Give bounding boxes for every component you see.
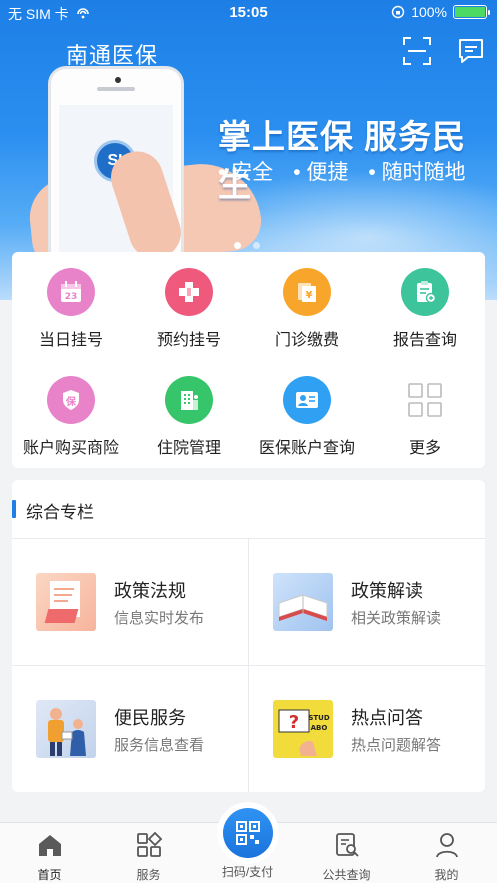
battery-icon [453,5,490,19]
service-appointment-registration[interactable]: 预约挂号 [130,268,248,350]
status-right: 100% [391,4,490,20]
battery-percent: 100% [411,4,447,20]
tile-policy-interpretation[interactable]: 政策解读 相关政策解读 [249,539,485,665]
service-label: 住院管理 [156,440,221,457]
status-bar: 无 SIM 卡 15:05 100% [0,0,497,26]
banner-tags: 安全 便捷 随时随地 [218,156,466,186]
tile-title: 便民服务 [114,708,186,728]
account-card-icon [283,376,331,424]
svg-text:23: 23 [65,292,78,302]
tab-mine[interactable]: 我的 [397,823,496,883]
section-header: 综合专栏 [12,480,485,538]
svg-text:?: ? [289,712,299,733]
home-icon [38,835,61,856]
tab-services[interactable]: 服务 [99,823,198,883]
scan-frame-icon[interactable] [402,36,432,66]
service-account-buy-insurance[interactable]: 保 账户购买商险 [12,376,130,458]
service-outpatient-payment[interactable]: ¥ 门诊缴费 [248,268,366,350]
service-people-icon [36,700,96,758]
tab-public-query[interactable]: 公共查询 [297,823,396,883]
insurance-shield-icon: 保 [47,376,95,424]
hospital-icon [165,376,213,424]
service-label: 当日挂号 [38,332,103,349]
payment-icon: ¥ [283,268,331,316]
service-label: 账户购买商险 [22,440,119,457]
banner-tag: 安全 [218,156,273,186]
tab-label: 公共查询 [322,868,371,882]
service-label: 报告查询 [392,332,457,349]
feature-section: 综合专栏 政策法规 信息实时发布 政策解读 相关政策解读 便民服务 服务信息查看… [12,480,485,792]
tile-subtitle: 热点问题解答 [351,737,442,754]
service-more[interactable]: 更多 [366,376,484,458]
carousel-dots [234,242,260,249]
carousel-dot[interactable] [253,242,260,249]
tab-home[interactable]: 首页 [0,823,99,883]
medical-cross-icon [165,268,213,316]
search-document-icon [335,833,359,857]
service-account-query[interactable]: 医保账户查询 [248,376,366,458]
tile-convenience-service[interactable]: 便民服务 服务信息查看 [12,666,248,792]
tile-subtitle: 相关政策解读 [351,610,442,627]
qr-code-icon [223,808,273,858]
report-icon [401,268,449,316]
more-grid-icon [401,376,449,424]
calendar-icon: 23 [47,268,95,316]
policy-document-icon [36,573,96,631]
carousel-dot-active[interactable] [234,242,241,249]
service-label: 门诊缴费 [274,332,339,349]
service-label: 医保账户查询 [258,440,355,457]
tile-subtitle: 服务信息查看 [114,737,205,754]
tab-label: 首页 [37,868,62,882]
banner-tag: 便捷 [293,156,348,186]
tab-label: 扫码/支付 [221,865,274,879]
user-icon [435,833,458,858]
service-label: 更多 [408,440,441,457]
scan-pay-button[interactable] [217,802,279,864]
tile-policy-regulations[interactable]: 政策法规 信息实时发布 [12,539,248,665]
thumb-text-1: STUD [308,714,330,722]
quick-services-card: 23 当日挂号 预约挂号 ¥ 门诊缴费 报告查询 保 账户购买商险 住院管理 医… [12,252,485,468]
service-inpatient-management[interactable]: 住院管理 [130,376,248,458]
section-accent-bar [12,500,16,518]
open-book-icon [273,573,333,631]
service-report-query[interactable]: 报告查询 [366,268,484,350]
banner-tag: 随时随地 [368,156,466,186]
thumb-text-2: ABO [311,724,328,732]
tab-label: 我的 [434,868,459,882]
svg-text:¥: ¥ [306,290,313,301]
rotation-lock-icon [391,5,405,19]
chat-bubble-icon[interactable] [456,36,486,66]
tile-hot-qa[interactable]: ? STUD ABO 热点问答 热点问题解答 [249,666,485,792]
tile-subtitle: 信息实时发布 [114,610,205,627]
services-grid-icon [136,831,162,857]
svg-text:保: 保 [65,395,77,408]
question-board-icon: ? STUD ABO [273,700,333,758]
service-label: 预约挂号 [156,332,221,349]
service-same-day-registration[interactable]: 23 当日挂号 [12,268,130,350]
tile-title: 热点问答 [351,708,423,728]
section-title: 综合专栏 [26,503,94,522]
tile-title: 政策解读 [351,581,423,601]
tile-title: 政策法规 [114,581,186,601]
tab-label: 服务 [136,868,161,882]
